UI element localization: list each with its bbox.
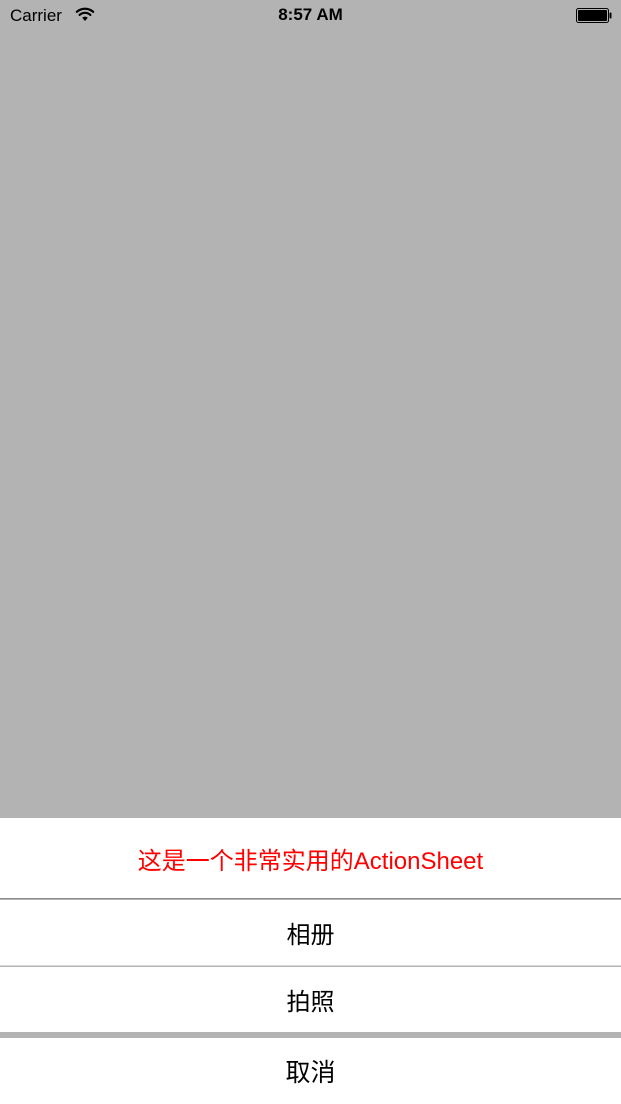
battery-full-icon [576, 8, 612, 23]
action-sheet-title: 这是一个非常实用的ActionSheet [0, 818, 621, 899]
status-bar: Carrier 8:57 AM [0, 0, 621, 34]
cancel-button[interactable]: 取消 [0, 1038, 621, 1104]
take-photo-button[interactable]: 拍照 [0, 967, 621, 1032]
action-sheet: 这是一个非常实用的ActionSheet 相册 拍照 取消 [0, 818, 621, 1104]
album-button[interactable]: 相册 [0, 900, 621, 966]
status-time: 8:57 AM [278, 5, 343, 24]
dimmed-background[interactable] [0, 34, 621, 818]
